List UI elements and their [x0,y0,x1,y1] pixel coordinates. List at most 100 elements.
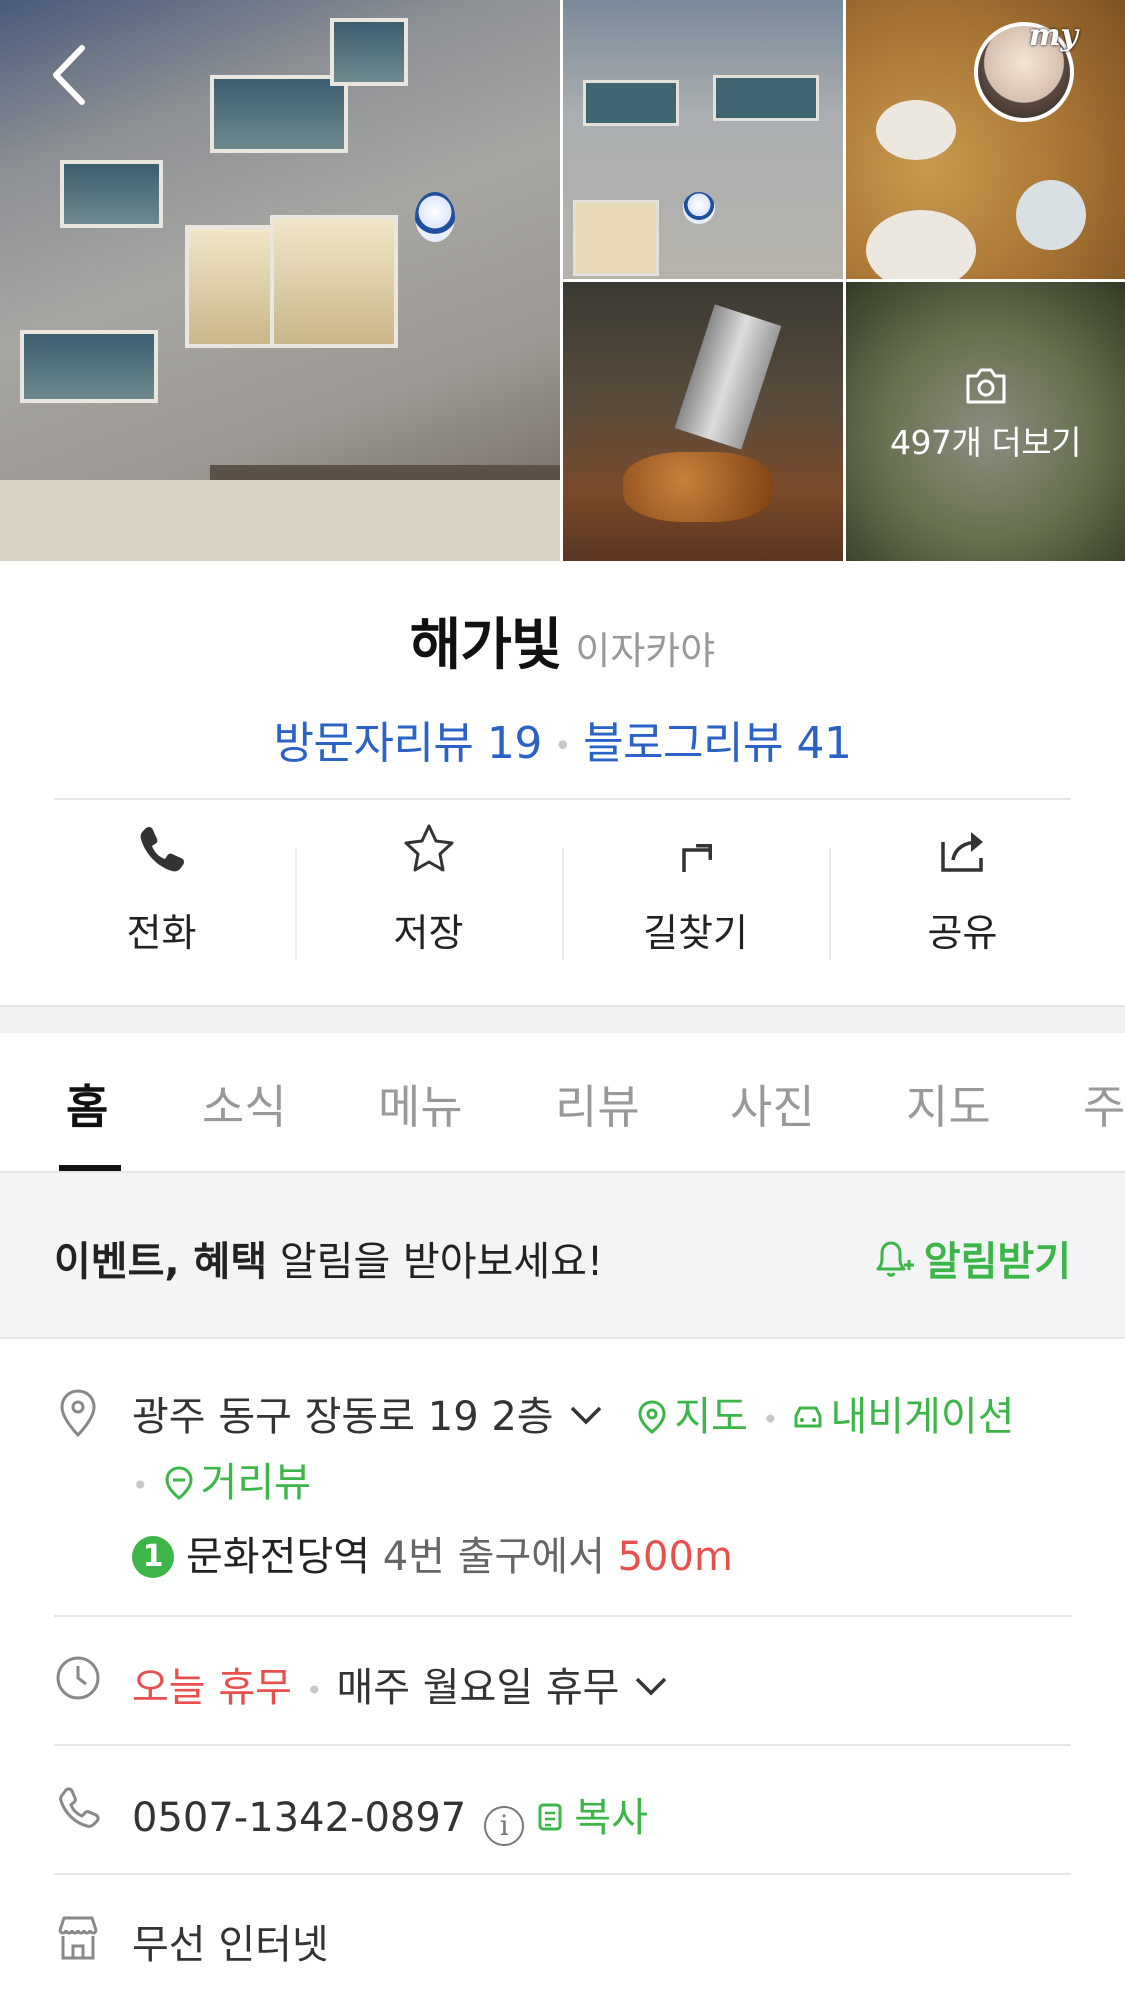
my-profile-avatar[interactable]: my [974,18,1078,122]
subway-directions: 1 문화전당역 4번 출구에서 500m [132,1524,733,1582]
phone-number[interactable]: 0507-1342-0897 [132,1795,466,1841]
divider [54,1615,1071,1617]
map-link[interactable]: 지도 [636,1394,748,1440]
call-label: 전화 [126,911,197,955]
clock-icon [56,1656,100,1700]
blog-reviews-link[interactable]: 블로그리뷰 41 [583,718,852,769]
save-label: 저장 [393,911,464,955]
call-button[interactable]: 전화 [28,820,295,970]
photo-building-2[interactable] [563,0,843,279]
notification-text: 이벤트, 혜택 알림을 받아보세요! [54,1229,603,1287]
photo-detail [415,192,455,242]
photo-detail [1016,180,1086,250]
divider [54,798,1071,800]
amenities-line: 무선 인터넷 [132,1912,329,1970]
separator-dot: • [761,1402,779,1436]
store-icon [58,1916,98,1960]
hours-schedule: 매주 월요일 휴무 [336,1665,620,1711]
street-view-label: 거리뷰 [200,1460,311,1506]
tab-more-cut[interactable]: 주 [1083,1071,1125,1137]
photo-detail [330,18,408,86]
street-view-line: • 거리뷰 [132,1450,311,1508]
notification-bold: 이벤트, 혜택 [54,1239,268,1285]
street-view-pin-icon [165,1466,193,1500]
photo-detail [866,210,976,279]
copy-icon [538,1803,562,1831]
copy-label: 복사 [574,1795,648,1841]
back-arrow-icon[interactable] [46,40,96,110]
camera-icon [966,368,1005,404]
photo-detail [0,480,560,561]
photo-detail [876,100,956,160]
photo-detail [573,200,659,276]
address-line: 광주 동구 장동로 19 2층 지도 • 내비게이션 [132,1384,1014,1442]
tab-home[interactable]: 홈 [66,1071,108,1137]
street-view-link[interactable]: 거리뷰 [163,1460,311,1506]
directions-icon [681,844,712,872]
copy-button[interactable]: 복사 [536,1795,648,1841]
station-name: 문화전당역 [186,1534,370,1580]
more-photos-overlay[interactable]: 497개 더보기 [846,366,1125,464]
photo-more[interactable]: 497개 더보기 [846,282,1125,561]
directions-label: 길찾기 [643,911,748,955]
tab-reviews[interactable]: 리뷰 [555,1071,640,1137]
my-badge-label: my [1028,18,1078,53]
share-label: 공유 [927,911,998,955]
map-label: 지도 [674,1394,748,1440]
photo-grill[interactable] [563,282,843,561]
subscribe-label: 알림받기 [923,1239,1071,1285]
tab-news[interactable]: 소식 [202,1071,287,1137]
star-icon [404,824,453,872]
photo-detail [210,75,348,153]
station-distance: 500m [617,1534,733,1580]
station-exit: 4번 출구에서 [382,1534,605,1580]
separator-dot: • [553,728,572,764]
phone-line: 0507-1342-0897 i 복사 [132,1785,648,1846]
car-icon [794,1406,822,1428]
navigation-link[interactable]: 내비게이션 [792,1394,1014,1440]
tab-photos[interactable]: 사진 [730,1071,815,1137]
chevron-down-icon[interactable] [633,1675,669,1697]
location-pin-icon [60,1389,96,1438]
photo-detail [713,75,819,121]
photo-detail [623,452,773,522]
photo-detail [20,330,158,403]
photo-detail [60,160,163,228]
share-button[interactable]: 공유 [829,820,1096,970]
visitor-reviews-link[interactable]: 방문자리뷰 19 [274,718,543,769]
photo-detail [683,192,715,224]
chevron-down-icon[interactable] [568,1404,604,1426]
photo-gallery: 497개 더보기 my [0,0,1125,561]
bell-plus-icon [876,1241,914,1277]
info-icon[interactable]: i [484,1806,525,1846]
navigation-label: 내비게이션 [830,1394,1015,1440]
today-status: 오늘 휴무 [132,1665,292,1711]
photo-detail [674,304,782,450]
tab-map[interactable]: 지도 [906,1071,991,1137]
action-bar: 전화 저장 길찾기 공유 [28,820,1096,970]
phone-icon [140,826,184,872]
tab-menu[interactable]: 메뉴 [378,1071,463,1137]
place-category: 이자카야 [575,629,716,673]
place-name: 해가빛 [409,613,563,678]
subscribe-alert-button[interactable]: 알림받기 [870,1229,1071,1287]
address-text[interactable]: 광주 동구 장동로 19 2층 [132,1394,554,1440]
directions-button[interactable]: 길찾기 [562,820,829,970]
amenities-text: 무선 인터넷 [132,1922,329,1968]
place-header: 해가빛 이자카야 방문자리뷰 19 • 블로그리뷰 41 [0,600,1125,771]
section-separator [0,1005,1125,1033]
share-icon [940,832,983,872]
map-pin-icon [638,1400,666,1434]
save-button[interactable]: 저장 [295,820,562,970]
separator-dot: • [132,1468,149,1502]
divider [54,1744,1071,1746]
hours-line[interactable]: 오늘 휴무 • 매주 월요일 휴무 [132,1655,669,1713]
subway-line-badge: 1 [132,1536,174,1578]
tab-bar: 홈 소식 메뉴 리뷰 사진 지도 주 [0,1033,1125,1173]
notification-banner: 이벤트, 혜택 알림을 받아보세요! 알림받기 [0,1173,1125,1339]
photo-detail [583,80,679,126]
separator-dot: • [305,1673,323,1707]
notification-rest: 알림을 받아보세요! [267,1239,603,1285]
divider [54,1873,1071,1875]
phone-outline-icon [59,1787,100,1828]
